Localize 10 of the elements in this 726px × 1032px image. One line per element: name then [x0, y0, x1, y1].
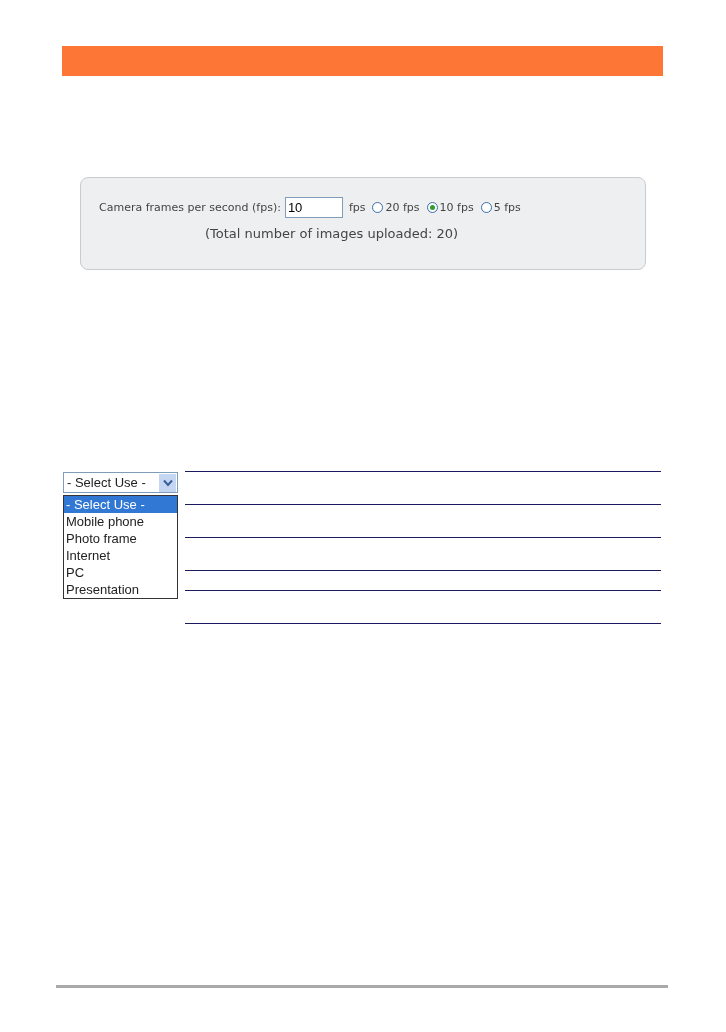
fps-radio[interactable]: 20 fps: [372, 201, 420, 214]
upload-count-note: (Total number of images uploaded: 20): [205, 226, 460, 241]
dropdown-option[interactable]: - Select Use -: [64, 496, 177, 513]
unit-label: fps: [348, 201, 366, 214]
fps-radio[interactable]: 10 fps: [426, 201, 474, 214]
chevron-down-icon: [159, 473, 176, 492]
fps-radio[interactable]: 5 fps: [480, 201, 521, 214]
fps-label: Camera frames per second (fps):: [99, 201, 281, 214]
use-dropdown[interactable]: - Select Use -: [63, 472, 178, 493]
fps-input[interactable]: 10: [284, 197, 343, 218]
